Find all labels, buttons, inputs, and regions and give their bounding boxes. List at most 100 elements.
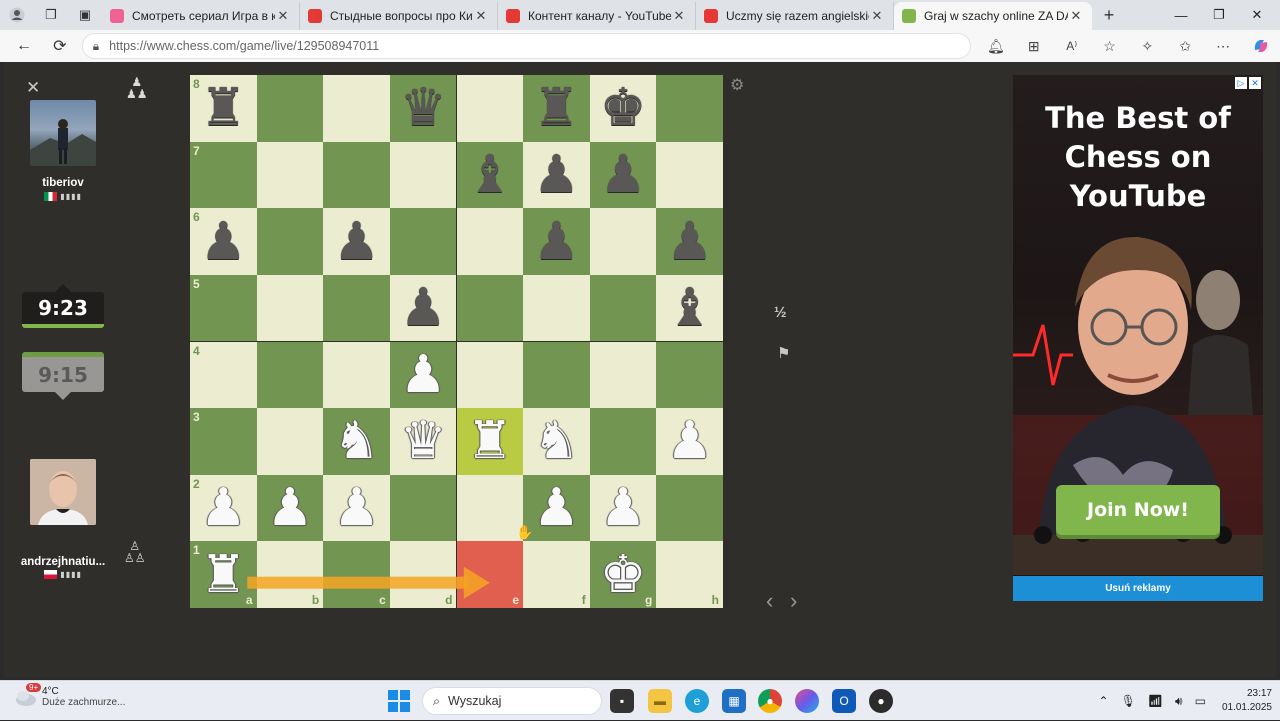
square-b7[interactable] [257,142,324,209]
chrome-icon[interactable]: ● [758,689,782,713]
square-c5[interactable] [323,275,390,342]
minimize-icon[interactable]: — [1162,0,1200,30]
square-g1[interactable]: g♚ [590,541,657,608]
outlook-icon[interactable]: O [832,689,856,713]
black-rook-piece[interactable]: ♜ [533,82,580,134]
square-a2[interactable]: 2♟ [190,475,257,542]
notifications-icon[interactable]: 🔔︎ [977,30,1015,62]
board-settings-gear-icon[interactable]: ⚙ [730,75,744,95]
square-h7[interactable] [656,142,723,209]
square-e4[interactable] [457,342,524,409]
square-h1[interactable]: h [656,541,723,608]
square-e6[interactable] [457,208,524,275]
black-pawn-piece[interactable]: ♟ [533,149,580,201]
read-aloud-icon[interactable]: A⁾ [1053,30,1091,62]
black-rook-piece[interactable]: ♜ [200,82,247,134]
square-d7[interactable] [390,142,457,209]
white-rook-piece[interactable]: ♜ [466,415,513,467]
square-e8[interactable] [457,75,524,142]
square-b4[interactable] [257,342,324,409]
square-c8[interactable] [323,75,390,142]
black-pawn-piece[interactable]: ♟ [333,216,380,268]
square-b6[interactable] [257,208,324,275]
black-pawn-piece[interactable]: ♟ [400,282,447,334]
square-d2[interactable] [390,475,457,542]
square-a4[interactable]: 4 [190,342,257,409]
copilot-icon[interactable] [1242,30,1280,62]
offer-draw-button[interactable]: ½ [774,304,787,321]
square-f4[interactable] [523,342,590,409]
square-h5[interactable]: ♝ [656,275,723,342]
square-b8[interactable] [257,75,324,142]
battery-icon[interactable]: ▭ [1195,694,1206,708]
square-h4[interactable] [656,342,723,409]
close-icon[interactable]: ✕ [26,78,40,98]
white-king-piece[interactable]: ♚ [600,549,647,601]
black-bishop-piece[interactable]: ♝ [666,282,713,334]
black-bishop-piece[interactable]: ♝ [466,149,513,201]
tab-close-icon[interactable]: ✕ [473,8,489,24]
black-king-piece[interactable]: ♚ [600,82,647,134]
edge-browser-icon[interactable]: e [685,689,709,713]
tray-overflow-chevron-icon[interactable]: ⌃ [1099,694,1109,708]
advertisement[interactable]: ▷✕ The Best of Chess on YouTube Join Now… [1013,75,1263,601]
black-pawn-piece[interactable]: ♟ [533,216,580,268]
white-pawn-piece[interactable]: ♟ [267,482,314,534]
square-b3[interactable] [257,408,324,475]
square-b1[interactable]: b [257,541,324,608]
square-f3[interactable]: ♞ [523,408,590,475]
black-pawn-piece[interactable]: ♟ [600,149,647,201]
more-menu-icon[interactable]: ⋯ [1204,30,1242,62]
square-g6[interactable] [590,208,657,275]
tab-close-icon[interactable]: ✕ [671,8,687,24]
url-field[interactable]: 🔒︎ https://www.chess.com/game/live/12950… [82,33,971,59]
top-player-avatar[interactable] [30,100,96,166]
square-h6[interactable]: ♟ [656,208,723,275]
square-g2[interactable]: ♟ [590,475,657,542]
square-e7[interactable]: ♝ [457,142,524,209]
bottom-player-name[interactable]: andrzejhnatiu... [8,556,118,568]
square-e1[interactable]: e [457,541,524,608]
browser-tab[interactable]: Смотреть сериал Игра в кальмара✕ [102,2,300,30]
task-view-icon[interactable]: ▪ [610,689,634,713]
square-f7[interactable]: ♟ [523,142,590,209]
tab-close-icon[interactable]: ✕ [275,8,291,24]
square-f6[interactable]: ♟ [523,208,590,275]
square-g8[interactable]: ♚ [590,75,657,142]
tab-actions-icon[interactable]: ▣ [68,0,102,30]
windows-start-icon[interactable] [388,690,410,712]
square-c7[interactable] [323,142,390,209]
white-pawn-piece[interactable]: ♟ [333,482,380,534]
top-player-name[interactable]: tiberiov [8,177,118,189]
black-pawn-piece[interactable]: ♟ [200,216,247,268]
square-c6[interactable]: ♟ [323,208,390,275]
square-e5[interactable] [457,275,524,342]
square-e2[interactable] [457,475,524,542]
square-d4[interactable]: ♟ [390,342,457,409]
system-clock[interactable]: 23:17 01.01.2025 [1222,687,1272,715]
square-d3[interactable]: ♛ [390,408,457,475]
taskbar-search-field[interactable]: ⌕ Wyszukaj [422,687,602,715]
browser-tab[interactable]: Стыдные вопросы про Китай / е✕ [300,2,498,30]
favorite-star-icon[interactable]: ☆ [1091,30,1129,62]
app-available-icon[interactable]: ⊞ [1015,30,1053,62]
ad-choices-icon[interactable]: ▷✕ [1235,77,1261,89]
square-d8[interactable]: ♛ [390,75,457,142]
paint-icon[interactable] [795,689,819,713]
next-move-chevron-icon[interactable]: › [790,588,797,614]
square-d5[interactable]: ♟ [390,275,457,342]
square-a8[interactable]: 8♜ [190,75,257,142]
square-a6[interactable]: 6♟ [190,208,257,275]
favorites-icon[interactable]: ✩ [1166,30,1204,62]
square-h2[interactable] [656,475,723,542]
remove-ads-button[interactable]: Usuń reklamy [1013,576,1263,601]
white-rook-piece[interactable]: ♜ [200,549,247,601]
back-icon[interactable]: ← [6,30,42,62]
close-window-icon[interactable]: ✕ [1238,0,1276,30]
square-c1[interactable]: c [323,541,390,608]
square-b2[interactable]: ♟ [257,475,324,542]
square-c2[interactable]: ♟ [323,475,390,542]
browser-tab[interactable]: Контент каналу - YouTube Studio✕ [498,2,696,30]
file-explorer-icon[interactable]: ▬ [648,689,672,713]
square-f1[interactable]: f [523,541,590,608]
